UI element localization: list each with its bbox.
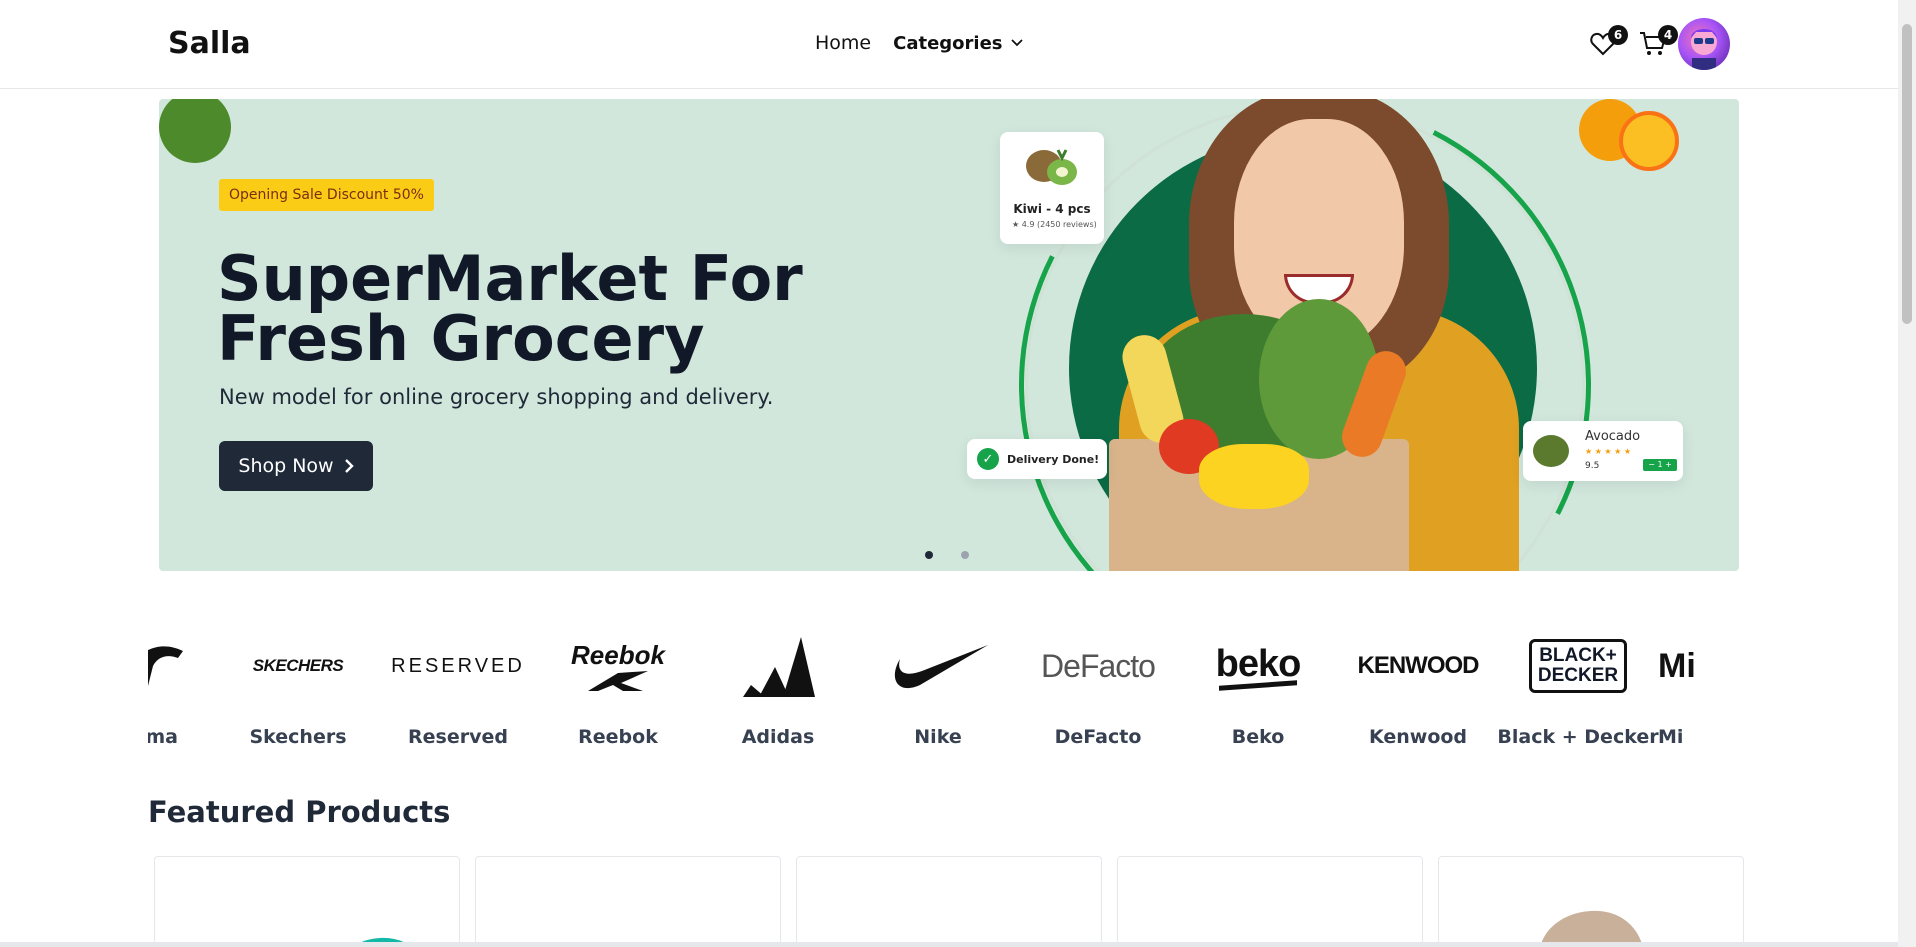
black-decker-logo-line-2: DECKER [1537,665,1619,686]
chevron-down-icon [1010,39,1023,47]
brand-item[interactable]: KENWOOD Kenwood [1338,628,1498,748]
reserved-logo-text: RESERVED [391,654,525,677]
product-card[interactable] [1438,856,1744,947]
reebok-logo-text: Reebok [571,639,665,670]
carousel-dots [925,551,969,559]
skechers-logo: SKECHERS [252,628,344,704]
brand-item[interactable]: beko Beko [1178,628,1338,749]
brand-name: DeFacto [1054,726,1142,748]
black-decker-logo-box: BLACK+ DECKER [1528,639,1628,693]
brand-name: Mi [1658,726,1684,748]
brand-item[interactable]: Nike [858,628,1018,748]
brand-name: Nike [914,726,962,748]
kenwood-logo-text: KENWOOD [1357,652,1480,679]
product-card[interactable] [154,856,460,947]
avocado-card-stars: ★ ★ ★ ★ ★ [1585,447,1632,456]
brand-item[interactable]: RESERVED Reserved [378,628,538,749]
site-header: Salla Home Categories 6 4 [0,0,1898,89]
brands-carousel: ma SKECHERS Skechers RESERVED Reserved R… [148,628,1753,766]
product-card[interactable] [475,856,781,947]
defacto-logo-text: DeFacto [1041,647,1156,684]
site-logo[interactable]: Salla [168,26,251,61]
check-icon: ✓ [977,448,999,470]
broccoli-image [159,99,231,163]
kenwood-logo: KENWOOD [1357,628,1480,704]
puma-logo [148,628,188,704]
shop-now-label: Shop Now [238,455,334,477]
brand-name: Reserved [408,726,508,748]
beko-logo: beko [1216,628,1301,704]
beko-logo-text: beko [1215,642,1302,685]
nav-categories-label: Categories [893,32,1003,54]
orange-slice [1619,111,1679,171]
avocado-image [1533,435,1569,467]
brand-name: Kenwood [1368,726,1468,748]
brand-name: Beko [1231,726,1285,748]
nav-categories-dropdown[interactable]: Categories [893,32,1023,54]
kiwi-image [1026,149,1077,185]
kiwi-card-title: Kiwi - 4 pcs [1013,202,1091,216]
defacto-logo: DeFacto [1041,628,1156,704]
product-card[interactable] [1117,856,1423,947]
brand-item[interactable]: SKECHERS Skechers [218,628,378,748]
product-image-placeholder [1118,857,1423,947]
avocado-card-price: 9.5 [1585,461,1600,471]
brand-name: Skechers [249,726,347,748]
hero-subtitle: New model for online grocery shopping an… [219,385,774,409]
horizontal-scrollbar[interactable] [0,942,1898,947]
black-decker-logo: BLACK+ DECKER [1528,628,1628,704]
mi-logo: Mi [1658,628,1696,704]
brand-item[interactable]: DeFacto DeFacto [1018,628,1178,749]
avatar-illustration [1691,29,1717,70]
promo-badge: Opening Sale Discount 50% [219,179,434,211]
brand-name: Adidas [741,726,815,748]
product-image-placeholder [1540,910,1643,947]
delivery-status-text: Delivery Done! [1007,452,1100,466]
header-actions: 6 4 [1588,18,1730,70]
vertical-scrollbar[interactable] [1898,0,1916,947]
brand-name: Reebok [578,726,658,748]
main-nav: Home Categories [815,32,1023,54]
cart-count-badge: 4 [1658,25,1678,45]
cart-button[interactable]: 4 [1638,25,1678,59]
yellow-pepper [1199,444,1309,509]
delivery-status-card: ✓ Delivery Done! [967,439,1107,479]
carousel-dot-1[interactable] [925,551,933,559]
reebok-vector-icon [587,670,648,691]
user-avatar[interactable] [1678,18,1730,70]
featured-products-grid [154,856,1744,947]
kiwi-product-card: Kiwi - 4 pcs ★ 4.9 (2450 reviews) [1000,132,1104,244]
adidas-logo [741,628,815,704]
nav-home-link[interactable]: Home [815,32,871,54]
scrollbar-thumb[interactable] [1902,24,1912,324]
reserved-logo: RESERVED [391,628,525,704]
wishlist-count-badge: 6 [1608,25,1628,45]
brand-item[interactable]: BLACK+ DECKER Black + Decker [1497,628,1659,748]
avocado-qty-stepper: − 1 + [1643,459,1677,471]
brand-item[interactable]: Mi Mi [1658,628,1718,749]
reebok-logo: Reebok [571,628,665,704]
skechers-logo-text: SKECHERS [252,656,344,675]
chevron-right-icon [344,459,354,473]
mi-logo-text: Mi [1658,646,1696,685]
brands-track: ma SKECHERS Skechers RESERVED Reserved R… [148,628,1718,748]
avocado-card-title: Avocado [1585,429,1641,444]
brand-name: ma [148,726,178,748]
wishlist-button[interactable]: 6 [1588,25,1628,59]
hero-title: SuperMarket For Fresh Grocery [217,242,803,375]
hero-banner: Opening Sale Discount 50% SuperMarket Fo… [159,99,1739,571]
kiwi-card-rating: ★ 4.9 (2450 reviews) [1012,220,1097,229]
product-card[interactable] [796,856,1102,947]
black-decker-logo-line-1: BLACK+ [1539,645,1617,666]
product-image-placeholder [353,937,405,947]
shop-now-button[interactable]: Shop Now [219,441,373,491]
nike-logo [886,628,990,704]
brand-name: Black + Decker [1497,726,1659,748]
avocado-product-card: Avocado ★ ★ ★ ★ ★ 9.5 − 1 + [1523,421,1683,481]
featured-products-title: Featured Products [148,795,451,829]
brand-item[interactable]: Adidas [698,628,858,748]
brand-item[interactable]: Reebok Reebok [538,628,698,749]
carousel-dot-2[interactable] [961,551,969,559]
brand-item[interactable]: ma [148,628,218,748]
